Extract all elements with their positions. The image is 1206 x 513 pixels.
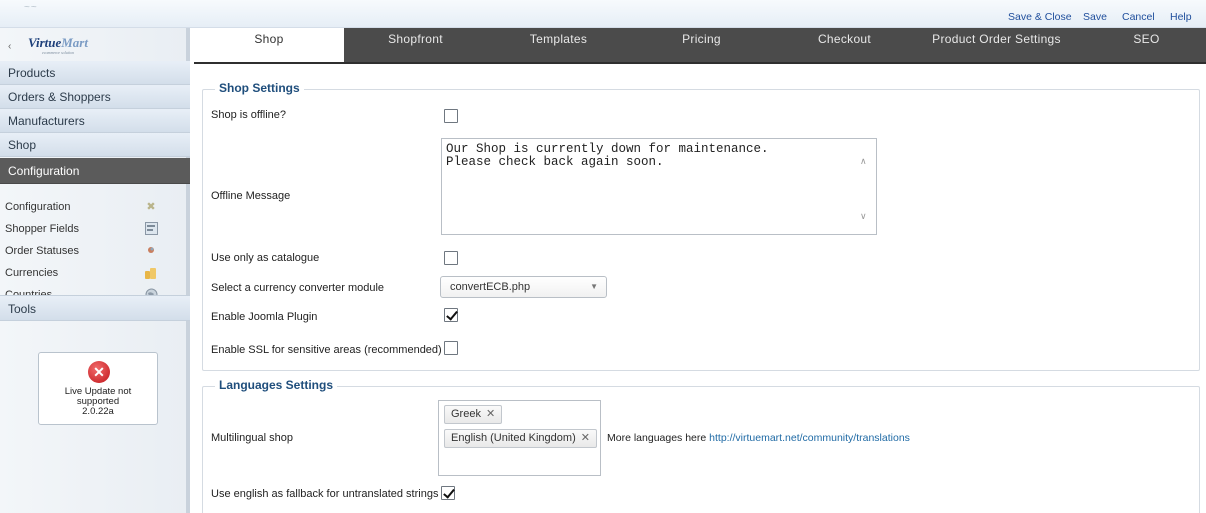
help-button[interactable]: Help [1170, 11, 1192, 23]
live-update-box: ✕ Live Update not supported 2.0.22a [38, 352, 158, 425]
config-tabs: Shop Shopfront Templates Pricing Checkou… [194, 28, 1206, 64]
shop-offline-label: Shop is offline? [211, 109, 287, 121]
top-logo: ~~ [24, 2, 38, 13]
sidebar-subitem-label: Configuration [5, 201, 71, 213]
sidebar-subitem-label: Shopper Fields [5, 223, 79, 235]
save-and-close-button[interactable]: Save & Close [1008, 11, 1072, 23]
top-toolbar: ~~ Save & Close Save Cancel Help [0, 0, 1206, 28]
collapse-arrow-icon[interactable]: ‹ [8, 41, 11, 52]
scroll-down-icon[interactable]: ∨ [860, 211, 867, 222]
coins-icon [144, 266, 158, 280]
multilingual-label: Multilingual shop [211, 432, 293, 444]
remove-language-icon[interactable]: ✕ [581, 432, 590, 444]
sidebar-item-manufacturers[interactable]: Manufacturers [0, 109, 190, 133]
sidebar-item-tools[interactable]: Tools [0, 295, 190, 321]
currency-converter-label: Select a currency converter module [211, 282, 385, 294]
translations-link[interactable]: http://virtuemart.net/community/translat… [709, 432, 910, 444]
offline-message-label: Offline Message [211, 190, 291, 202]
catalogue-label: Use only as catalogue [211, 252, 320, 264]
languages-multiselect[interactable]: Greek ✕ English (United Kingdom) ✕ [438, 400, 601, 476]
ssl-checkbox[interactable] [444, 341, 458, 355]
scroll-up-icon[interactable]: ∧ [860, 156, 867, 167]
status-icon [144, 244, 158, 258]
tools-icon: ✖ [146, 201, 156, 213]
joomla-plugin-checkbox[interactable] [444, 308, 458, 322]
currency-converter-value: convertECB.php [450, 281, 531, 293]
english-fallback-checkbox[interactable] [441, 486, 455, 500]
sidebar-item-configuration[interactable]: Configuration [0, 158, 190, 184]
virtuemart-logo: VirtueMart ecommerce solution [28, 35, 88, 55]
sidebar-item-shop[interactable]: Shop [0, 133, 190, 157]
chevron-down-icon: ▼ [590, 282, 598, 291]
tab-shop[interactable]: Shop [194, 28, 344, 62]
more-languages-text: More languages here http://virtuemart.ne… [607, 432, 910, 444]
tab-product-order-settings[interactable]: Product Order Settings [894, 28, 1099, 62]
language-chip-greek: Greek ✕ [444, 405, 503, 424]
language-chip-english: English (United Kingdom) ✕ [444, 429, 597, 448]
save-button[interactable]: Save [1083, 11, 1107, 23]
english-fallback-label: Use english as fallback for untranslated… [211, 488, 439, 500]
tab-templates[interactable]: Templates [487, 28, 630, 62]
shop-offline-checkbox[interactable] [444, 109, 458, 123]
ssl-label: Enable SSL for sensitive areas (recommen… [211, 344, 442, 356]
sidebar-subitem-order-statuses[interactable]: Order Statuses [0, 240, 186, 262]
sidebar-subitem-currencies[interactable]: Currencies [0, 262, 186, 284]
sidebar-subitem-label: Currencies [5, 267, 59, 279]
offline-message-textarea[interactable]: Our Shop is currently down for maintenan… [441, 138, 877, 235]
error-icon: ✕ [88, 361, 110, 383]
sidebar-subitem-shopper-fields[interactable]: Shopper Fields [0, 218, 186, 240]
sidebar-subitem-label: Order Statuses [5, 245, 79, 257]
joomla-plugin-label: Enable Joomla Plugin [211, 311, 318, 323]
tab-shopfront[interactable]: Shopfront [344, 28, 487, 62]
cancel-button[interactable]: Cancel [1122, 11, 1155, 23]
sidebar-item-products[interactable]: Products [0, 61, 190, 85]
tab-pricing[interactable]: Pricing [630, 28, 773, 62]
form-icon [144, 222, 158, 236]
sidebar-subitem-configuration[interactable]: Configuration ✖ [0, 196, 186, 218]
catalogue-checkbox[interactable] [444, 251, 458, 265]
currency-converter-select[interactable]: convertECB.php ▼ [440, 276, 607, 298]
tab-seo[interactable]: SEO [1099, 28, 1194, 62]
live-update-version: 2.0.22a [82, 406, 114, 417]
shop-settings-legend: Shop Settings [215, 81, 304, 95]
remove-language-icon[interactable]: ✕ [486, 408, 495, 420]
languages-settings-legend: Languages Settings [215, 378, 338, 392]
sidebar-item-orders-shoppers[interactable]: Orders & Shoppers [0, 85, 190, 109]
